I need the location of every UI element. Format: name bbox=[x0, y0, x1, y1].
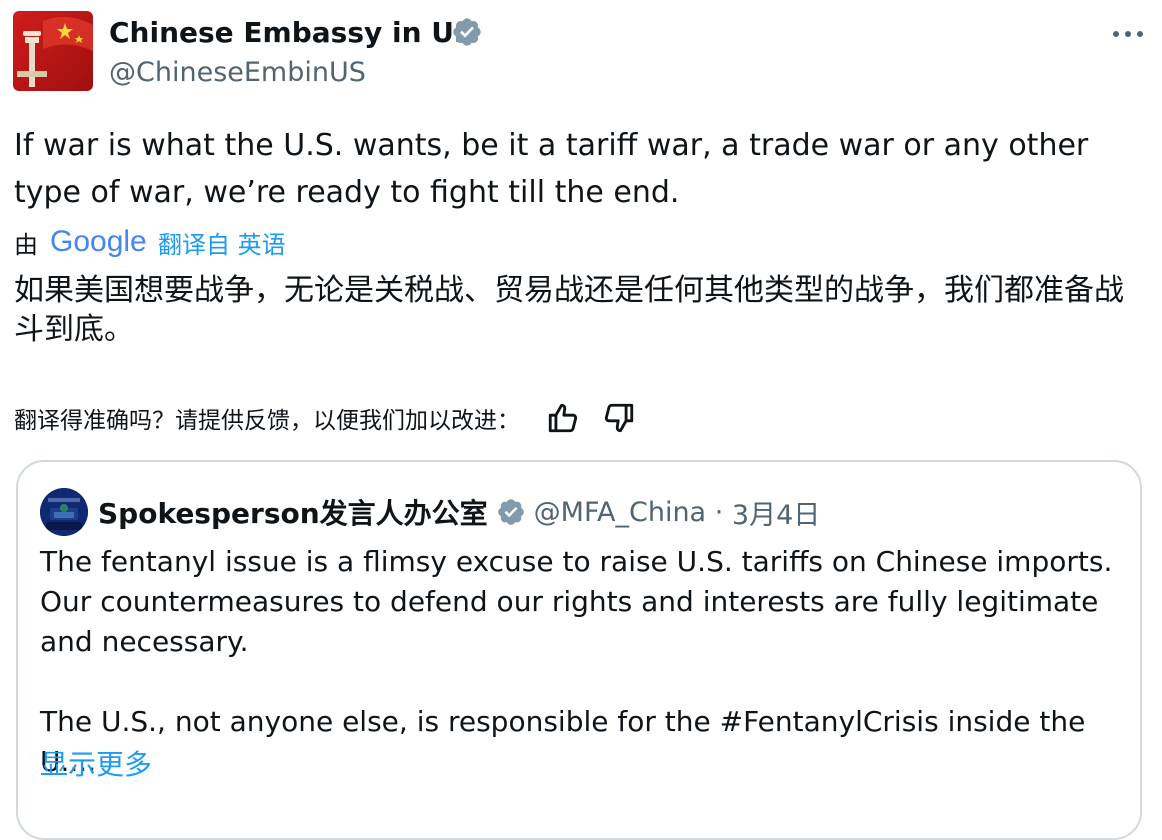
more-horizontal-icon[interactable] bbox=[1110, 22, 1146, 46]
thumbs-down-icon[interactable] bbox=[602, 401, 636, 435]
translation-feedback: 翻译得准确吗？请提供反馈，以便我们加以改进： bbox=[14, 398, 636, 438]
tweet-text: If war is what the U.S. wants, be it a t… bbox=[14, 128, 1089, 210]
quote-date[interactable]: 3月4日 bbox=[732, 493, 820, 532]
translated-text: 如果美国想要战争，无论是关税战、贸易战还是任何其他类型的战争，我们都准备战斗到底… bbox=[14, 273, 1124, 347]
quote-separator: · bbox=[706, 497, 732, 528]
quote-header: Spokesperson发言人办公室 @MFA_China · 3月4日 bbox=[98, 492, 820, 532]
quoted-tweet[interactable]: Spokesperson发言人办公室 @MFA_China · 3月4日 The… bbox=[16, 460, 1142, 840]
translation-attribution: 由 Google 翻译自 英语 bbox=[14, 222, 286, 262]
thumbs-up-icon[interactable] bbox=[546, 401, 580, 435]
translation-source-link[interactable]: 翻译自 英语 bbox=[158, 225, 286, 260]
quote-author-avatar[interactable] bbox=[40, 488, 88, 536]
author-name[interactable]: Chinese Embassy in US bbox=[109, 14, 474, 52]
quote-text: The fentanyl issue is a flimsy excuse to… bbox=[40, 542, 1125, 782]
google-logo-text: Google bbox=[50, 225, 147, 258]
quote-paragraph-2: The U.S., not anyone else, is responsibl… bbox=[40, 705, 1086, 778]
translation-by-label: 由 bbox=[14, 230, 38, 259]
verified-badge-icon bbox=[497, 499, 524, 525]
separator-dot: · bbox=[714, 496, 724, 528]
google-logo: Google bbox=[50, 225, 147, 258]
author-handle[interactable]: @ChineseEmbinUS bbox=[109, 55, 366, 91]
quote-author-handle[interactable]: @MFA_China bbox=[534, 497, 706, 528]
verified-badge-icon bbox=[453, 18, 481, 46]
show-more-link[interactable]: 显示更多 bbox=[40, 745, 152, 785]
quote-author-name[interactable]: Spokesperson发言人办公室 bbox=[98, 492, 488, 532]
author-avatar[interactable] bbox=[13, 11, 93, 91]
feedback-prompt: 翻译得准确吗？请提供反馈，以便我们加以改进： bbox=[14, 408, 520, 434]
quote-paragraph-1: The fentanyl issue is a flimsy excuse to… bbox=[40, 545, 1113, 658]
